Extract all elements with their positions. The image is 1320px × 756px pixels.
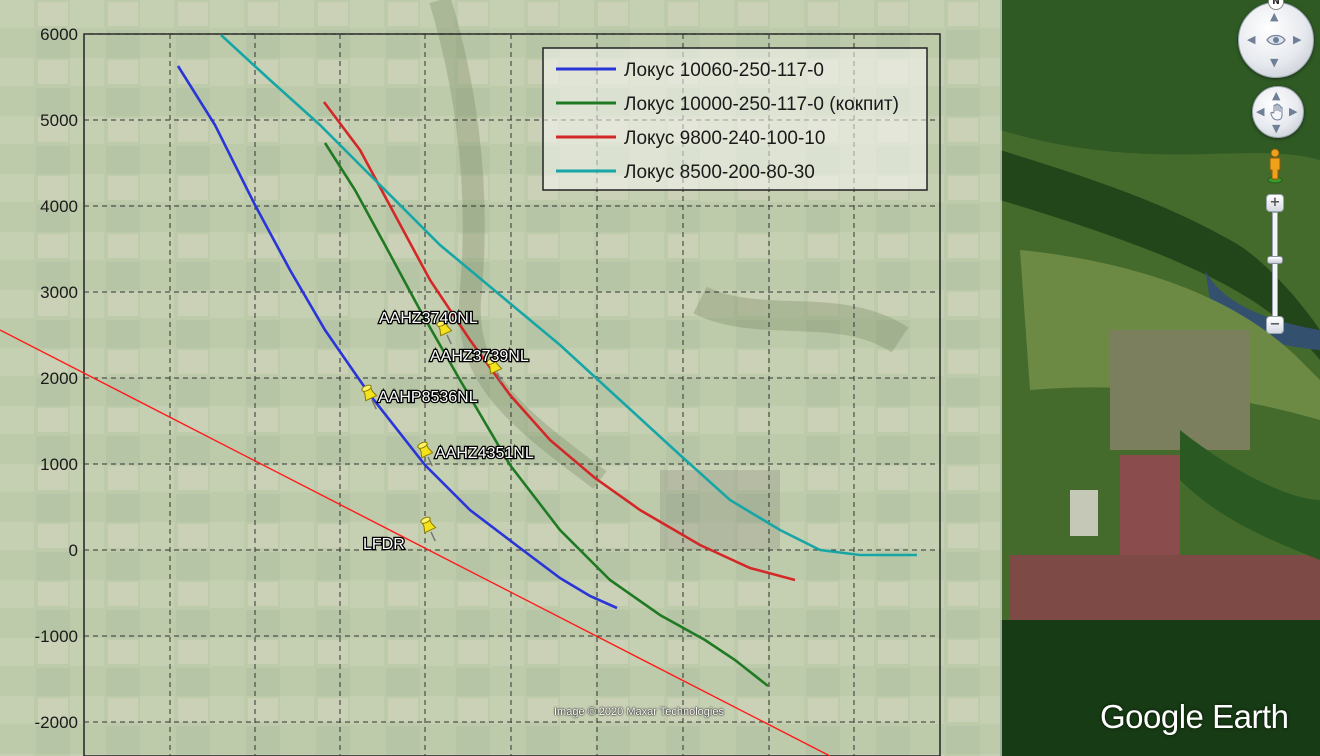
move-control[interactable]: ▲ ▼ ◀ ▶ [1252,86,1304,138]
move-up-arrow[interactable]: ▲ [1272,90,1280,101]
eye-icon [1266,34,1286,46]
look-left-arrow[interactable]: ◀ [1247,34,1255,45]
google-earth-logo: Google Earth [1100,698,1289,735]
y-tick-label: 4000 [40,197,78,216]
legend-label: Локус 10000-250-117-0 (кокпит) [624,94,899,115]
look-right-arrow[interactable]: ▶ [1293,34,1301,45]
y-tick-label: 6000 [40,25,78,44]
y-tick-label: -2000 [35,713,78,732]
imagery-attribution: Image © 2020 Maxar Technologies [554,706,724,718]
placemark-label[interactable]: AAHZ3739NL [429,347,530,367]
map-canvas[interactable]: 6000 5000 4000 3000 2000 1000 0 -1000 -2000 Локу… [0,0,1320,756]
placemark-label[interactable]: AAHP8536NL [377,388,479,408]
zoom-handle[interactable] [1267,256,1283,264]
placemark-label[interactable]: AAHZ4351NL [434,444,535,464]
y-tick-label: -1000 [35,627,78,646]
move-right-arrow[interactable]: ▶ [1289,106,1297,117]
zoom-track[interactable] [1272,212,1278,318]
move-left-arrow[interactable]: ◀ [1256,106,1264,117]
look-down-arrow[interactable]: ▼ [1270,57,1278,68]
placemark-label[interactable]: LFDR [362,535,406,555]
placemark-label[interactable]: AAHZ3740NL [378,309,479,329]
look-up-arrow[interactable]: ▲ [1270,11,1278,22]
zoom-out-button[interactable]: − [1266,316,1284,334]
legend-label: Локус 8500-200-80-30 [624,162,815,183]
zoom-in-button[interactable]: + [1266,194,1284,212]
y-tick-label: 5000 [40,111,78,130]
hand-icon [1270,103,1283,121]
legend-label: Локус 9800-240-100-10 [624,128,825,149]
y-tick-label: 0 [69,541,78,560]
look-control[interactable]: ▲ ▼ ◀ ▶ [1238,2,1314,78]
legend-label: Локус 10060-250-117-0 [624,60,824,81]
y-tick-label: 2000 [40,369,78,388]
zoom-slider[interactable]: + − [1266,194,1284,336]
move-down-arrow[interactable]: ▼ [1272,123,1280,134]
y-tick-label: 1000 [40,455,78,474]
y-tick-label: 3000 [40,283,78,302]
map-viewport[interactable]: 6000 5000 4000 3000 2000 1000 0 -1000 -2000 Локу… [0,0,1320,756]
chart-legend: Локус 10060-250-117-0 Локус 10000-250-117… [542,47,928,191]
pegman-icon[interactable] [1266,148,1284,184]
